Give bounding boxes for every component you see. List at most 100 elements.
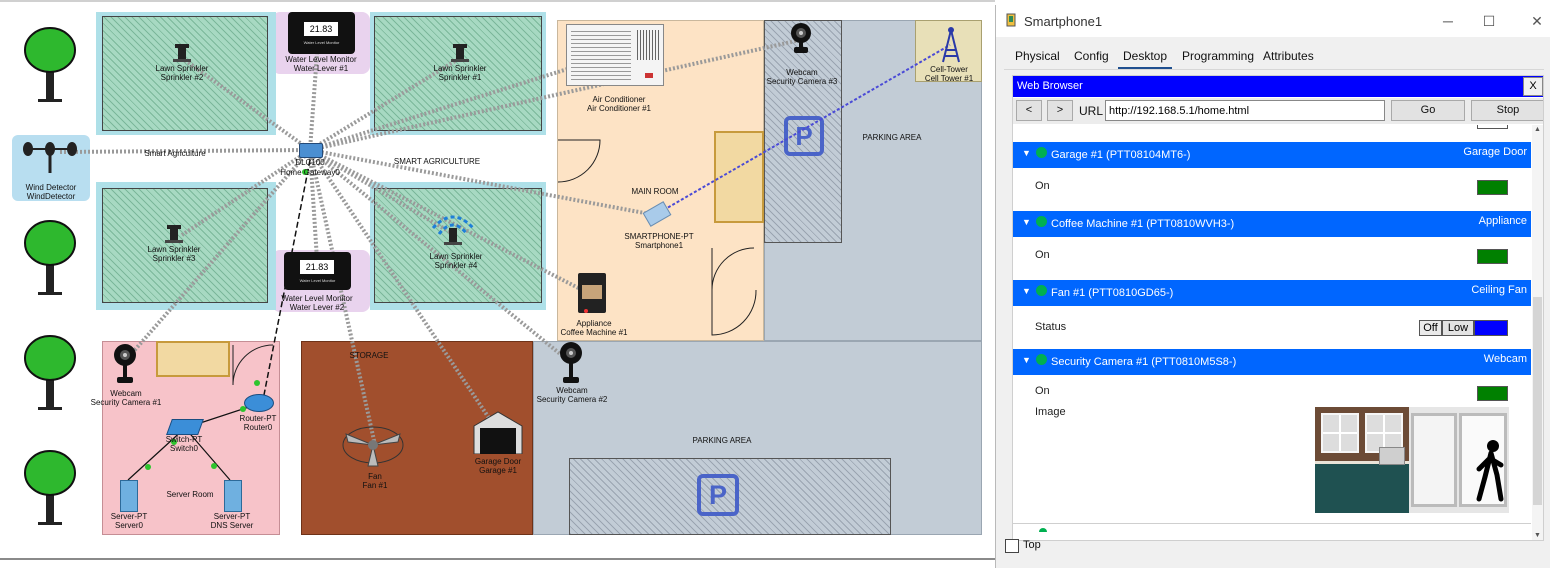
thing-header-camera[interactable]: ▼ Security Camera #1 (PTT0810M5S8-) Webc… [1013, 349, 1531, 375]
thing-header-garage[interactable]: ▼ Garage #1 (PTT08104MT6-) Garage Door [1013, 142, 1531, 168]
app-icon [1004, 13, 1018, 27]
scroll-down-icon[interactable]: ▼ [1533, 531, 1542, 540]
expand-arrow-icon[interactable]: ▼ [1022, 217, 1031, 227]
fan-off-button[interactable]: Off [1419, 320, 1442, 336]
door-arcs [232, 139, 757, 386]
thing-header-fan[interactable]: ▼ Fan #1 (PTT0810GD65-) Ceiling Fan [1013, 280, 1531, 306]
zone-server-room: Server Room [166, 490, 214, 499]
switch-icon[interactable] [166, 419, 204, 435]
zone-parking-area-bottom: PARKING AREA [692, 436, 752, 445]
garage-door-icon[interactable] [472, 410, 524, 459]
zone-storage: STORAGE [349, 351, 389, 360]
desktop-panel: Web Browser X < > URL Go Stop ▼ Garage #… [1012, 75, 1544, 541]
ceiling-fan-icon[interactable] [340, 422, 406, 473]
garage-type: Garage Door [474, 457, 522, 466]
switch-name: Switch0 [169, 444, 198, 453]
tab-programming[interactable]: Programming [1182, 45, 1254, 67]
thing-prop-label: On [1035, 249, 1050, 261]
thing-name: Fan #1 (PTT0810GD65-) [1051, 287, 1174, 299]
camera-on-toggle[interactable] [1477, 386, 1508, 401]
cam-door-left [1411, 413, 1457, 507]
garage-on-toggle[interactable] [1477, 180, 1508, 195]
stop-button[interactable]: Stop [1471, 100, 1543, 121]
webcam-2-name: Security Camera #2 [536, 395, 608, 404]
cam-counter [1315, 461, 1409, 513]
web-browser-bar: Web Browser X [1013, 76, 1543, 97]
server0-name: Server0 [114, 521, 143, 530]
dns-server-type: Server-PT [213, 512, 251, 521]
browser-close-button[interactable]: X [1523, 77, 1543, 96]
browser-nav-row: < > URL Go Stop [1013, 98, 1543, 124]
status-dot-icon [1039, 528, 1047, 532]
title-bar[interactable]: Smartphone1 ─ ☐ ✕ [996, 5, 1550, 37]
camera-image [1315, 407, 1509, 513]
status-dot-icon [1036, 285, 1047, 296]
back-button[interactable]: < [1016, 100, 1042, 121]
expand-arrow-icon[interactable]: ▼ [1022, 148, 1031, 158]
network-canvas[interactable]: P P Lawn Sprinkler Sprinkler #2 Lawn Spr… [0, 0, 995, 568]
dns-server-name: DNS Server [210, 521, 254, 530]
tab-physical[interactable]: Physical [1015, 45, 1060, 67]
server-icon[interactable] [120, 480, 138, 512]
close-icon[interactable]: ✕ [1525, 11, 1549, 31]
tab-divider [1004, 69, 1544, 70]
thing-prop2-label: Image [1035, 406, 1066, 418]
thing-name: Coffee Machine #1 (PTT0810WVH3-) [1051, 218, 1235, 230]
expand-arrow-icon[interactable]: ▼ [1022, 286, 1031, 296]
top-checkbox-label: Top [1023, 539, 1041, 551]
webcam-icon[interactable] [112, 343, 138, 390]
server0-type: Server-PT [110, 512, 148, 521]
thing-kind: Webcam [1483, 353, 1527, 365]
thing-prop-label: On [1035, 385, 1050, 397]
switch-type: Switch-PT [165, 435, 203, 444]
go-button[interactable]: Go [1391, 100, 1465, 121]
status-dot-icon [1036, 354, 1047, 365]
server-icon[interactable] [224, 480, 242, 512]
thing-kind: Appliance [1478, 215, 1527, 227]
thing-name: Garage #1 (PTT08104MT6-) [1051, 149, 1191, 161]
iot-home-page: ▼ Garage #1 (PTT08104MT6-) Garage Door O… [1013, 125, 1531, 540]
tab-config[interactable]: Config [1074, 45, 1109, 67]
fan-type: Fan [368, 472, 382, 481]
thing-prop-label: On [1035, 180, 1050, 192]
scroll-up-icon[interactable]: ▲ [1533, 125, 1542, 135]
smartphone-window: Smartphone1 ─ ☐ ✕ Physical Config Deskto… [995, 5, 1550, 568]
tab-desktop[interactable]: Desktop [1118, 45, 1173, 70]
scroll-thumb[interactable] [1533, 297, 1542, 505]
webcam-2-type: Webcam [556, 386, 588, 395]
webcam-1-name: Security Camera #1 [90, 398, 162, 407]
webcam-1-type: Webcam [110, 389, 142, 398]
window-title: Smartphone1 [1024, 14, 1103, 29]
thing-kind: Garage Door [1463, 146, 1527, 158]
minimize-icon[interactable]: ─ [1436, 11, 1460, 31]
fan-speed-indicator[interactable] [1474, 320, 1508, 336]
cam-register [1379, 447, 1405, 465]
web-browser-title: Web Browser [1017, 80, 1083, 92]
url-label: URL [1079, 104, 1104, 118]
status-dot-icon [1036, 147, 1047, 158]
router-icon[interactable] [244, 394, 274, 412]
vertical-scrollbar[interactable]: ▲ ▼ [1532, 125, 1543, 540]
expand-arrow-icon[interactable]: ▼ [1022, 355, 1031, 365]
thing-kind: Ceiling Fan [1471, 284, 1527, 296]
forward-button[interactable]: > [1047, 100, 1073, 121]
tab-attributes[interactable]: Attributes [1263, 45, 1314, 67]
thing-header-coffee[interactable]: ▼ Coffee Machine #1 (PTT0810WVH3-) Appli… [1013, 211, 1531, 237]
thing-name: Security Camera #1 (PTT0810M5S8-) [1051, 356, 1237, 368]
person-icon [1475, 439, 1505, 510]
router-name: Router0 [243, 423, 273, 432]
next-item-remnant [1013, 523, 1531, 540]
garage-name: Garage #1 [479, 466, 517, 475]
coffee-on-toggle[interactable] [1477, 249, 1508, 264]
fan-name: Fan #1 [362, 481, 388, 490]
top-checkbox[interactable] [1005, 539, 1019, 553]
previous-item-remnant [1477, 125, 1508, 129]
url-input[interactable] [1105, 100, 1385, 121]
thing-prop-label: Status [1035, 321, 1067, 333]
webcam-icon[interactable] [558, 341, 584, 390]
router-type: Router-PT [239, 414, 277, 423]
cam-window-1 [1321, 413, 1359, 453]
maximize-icon[interactable]: ☐ [1477, 11, 1501, 31]
fan-low-button[interactable]: Low [1442, 320, 1474, 336]
status-dot-icon [1036, 216, 1047, 227]
